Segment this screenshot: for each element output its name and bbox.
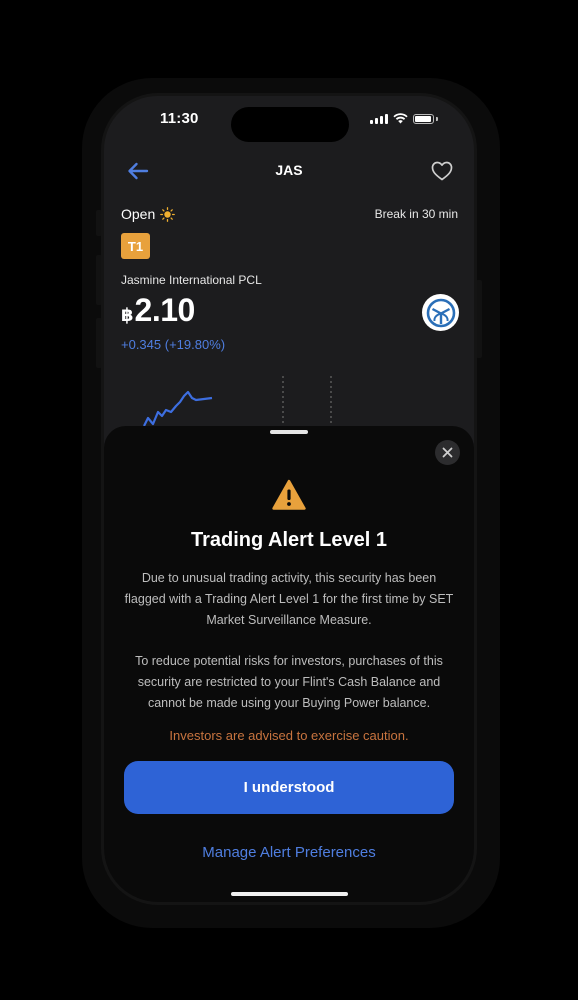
battery-tip (436, 116, 438, 121)
close-icon (442, 447, 453, 458)
device-volume-up (96, 255, 102, 305)
device-volume-down (96, 318, 102, 368)
caution-text: Investors are advised to exercise cautio… (169, 728, 409, 743)
home-indicator[interactable] (231, 892, 348, 896)
phone-screen: 11:30 JAS Open Break in 30 min T1 Jasmin… (104, 96, 474, 902)
alert-description: Due to unusual trading activity, this se… (124, 571, 454, 627)
status-time: 11:30 (160, 110, 199, 127)
alert-restriction-text: To reduce potential risks for investors,… (135, 654, 443, 710)
company-name: Jasmine International PCL (121, 273, 262, 287)
market-status: Open (121, 206, 176, 222)
device-silent-switch (96, 210, 102, 236)
favorite-button[interactable] (428, 157, 456, 185)
top-nav: JAS (104, 154, 474, 188)
trading-alert-badge: T1 (121, 233, 150, 259)
market-status-label: Open (121, 206, 156, 222)
battery-icon (413, 113, 434, 124)
heart-icon (431, 161, 453, 181)
company-logo-icon (426, 298, 455, 327)
cellular-signal-icon (370, 113, 388, 124)
understood-button[interactable]: I understood (124, 761, 454, 814)
price-row: ฿ 2.10 (121, 292, 195, 329)
stock-symbol-title: JAS (275, 162, 303, 178)
company-logo (422, 294, 459, 331)
close-button[interactable] (435, 440, 460, 465)
sheet-grabber[interactable] (270, 430, 308, 434)
break-countdown: Break in 30 min (374, 207, 458, 221)
alert-title: Trading Alert Level 1 (191, 529, 387, 551)
trading-alert-sheet: Trading Alert Level 1 Due to unusual tra… (104, 426, 474, 902)
chart-price-line (143, 390, 213, 427)
manage-alert-preferences-link[interactable]: Manage Alert Preferences (104, 844, 474, 861)
price-change: +0.345 (+19.80%) (121, 337, 226, 352)
dynamic-island (231, 107, 349, 142)
stock-price: 2.10 (134, 292, 196, 328)
device-power-button (476, 280, 482, 358)
currency-symbol: ฿ (121, 305, 134, 325)
sun-icon (160, 206, 176, 222)
status-icons (370, 113, 438, 124)
wifi-icon (393, 113, 408, 124)
warning-icon (272, 479, 306, 510)
